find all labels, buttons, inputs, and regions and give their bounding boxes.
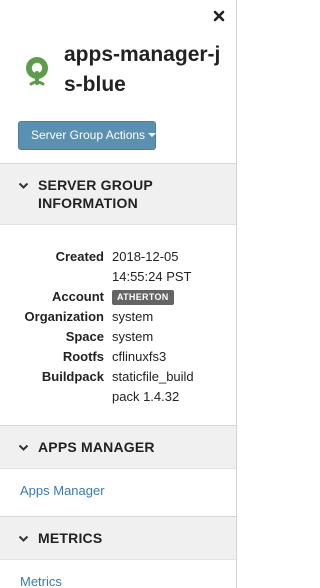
apps-manager-body: Apps Manager xyxy=(0,468,236,516)
chevron-down-icon xyxy=(18,444,29,451)
server-group-actions-button[interactable]: Server Group Actions xyxy=(18,121,157,150)
section-title: METRICS xyxy=(38,530,103,546)
info-value-cell: ATHERTON xyxy=(112,287,212,307)
info-key: Rootfs xyxy=(62,349,104,364)
chevron-down-icon xyxy=(18,535,29,542)
info-row-rootfs: Rootfs cflinuxfs3 xyxy=(0,347,228,367)
info-key: Buildpack xyxy=(41,369,104,384)
page-title: apps-manager-js-blue xyxy=(64,43,221,96)
server-group-info-header[interactable]: SERVER GROUP INFORMATION xyxy=(0,164,236,224)
info-row-created: Created 2018-12-05 14:55:24 PST xyxy=(0,247,228,287)
info-key: Organization xyxy=(24,309,104,324)
apps-manager-link[interactable]: Apps Manager xyxy=(0,469,236,516)
metrics-body: Metrics xyxy=(0,559,236,588)
info-row-account: Account ATHERTON xyxy=(0,287,228,307)
info-row-buildpack: Buildpack staticfile_build pack 1.4.32 xyxy=(0,367,228,407)
metrics-section: METRICS Metrics xyxy=(0,516,236,588)
info-key: Created xyxy=(55,249,104,264)
info-key: Account xyxy=(52,289,104,304)
info-row-organization: Organization system xyxy=(0,307,228,327)
section-title: SERVER GROUP INFORMATION xyxy=(38,177,153,211)
info-value: staticfile_build pack 1.4.32 xyxy=(112,369,194,404)
apps-manager-section: APPS MANAGER Apps Manager xyxy=(0,425,236,516)
close-icon[interactable] xyxy=(212,9,226,23)
info-value: 2018-12-05 14:55:24 PST xyxy=(112,249,192,284)
info-row-space: Space system xyxy=(0,327,228,347)
chevron-down-icon xyxy=(18,182,29,189)
server-group-actions-label: Server Group Actions xyxy=(31,128,146,142)
server-group-info-body: Created 2018-12-05 14:55:24 PST Account … xyxy=(0,224,236,425)
account-badge: ATHERTON xyxy=(112,290,174,306)
info-value: system xyxy=(112,329,154,344)
cloud-foundry-icon xyxy=(26,57,48,86)
caret-down-icon xyxy=(148,132,157,137)
metrics-header[interactable]: METRICS xyxy=(0,517,236,559)
info-value: system xyxy=(112,309,154,324)
server-group-details-panel: apps-manager-js-blue Server Group Action… xyxy=(0,0,237,588)
info-key: Space xyxy=(65,329,104,344)
section-title: APPS MANAGER xyxy=(38,439,155,455)
server-group-info-section: SERVER GROUP INFORMATION Created 2018-12… xyxy=(0,163,236,425)
metrics-link[interactable]: Metrics xyxy=(0,560,236,588)
apps-manager-header[interactable]: APPS MANAGER xyxy=(0,426,236,468)
panel-header: apps-manager-js-blue xyxy=(0,0,236,100)
info-value: cflinuxfs3 xyxy=(112,349,167,364)
